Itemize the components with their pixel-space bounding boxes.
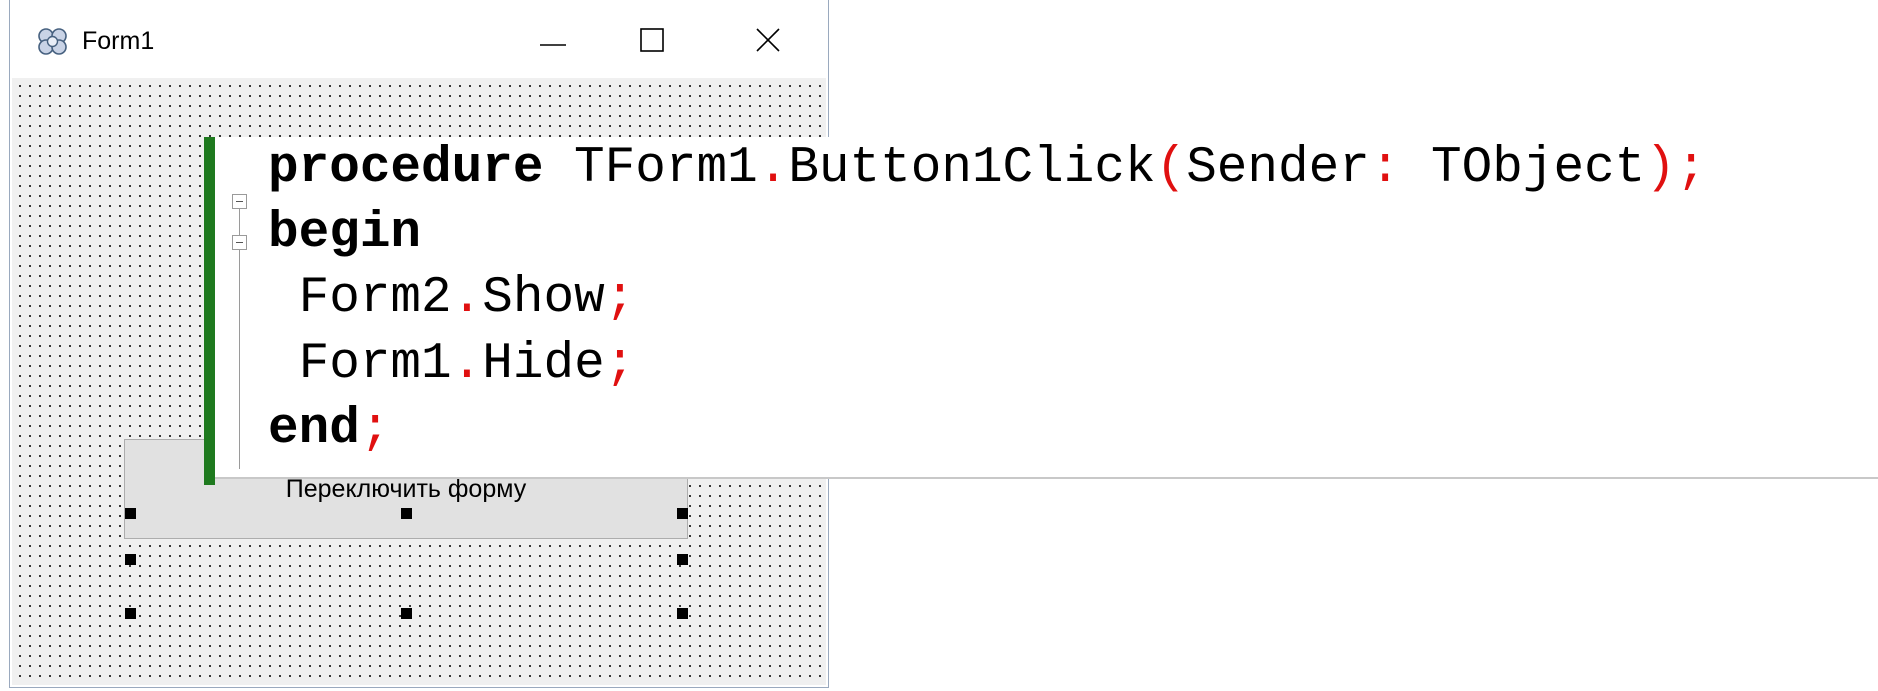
fold-toggle-begin[interactable] (232, 235, 247, 250)
resize-handle-bottom[interactable] (401, 608, 412, 619)
code-identifier: TForm1 (543, 140, 758, 197)
code-punctuation: ); (1645, 140, 1707, 197)
code-identifier: Form2 (268, 270, 452, 327)
resize-handle-left[interactable] (125, 554, 136, 565)
code-punctuation: . (757, 140, 789, 197)
code-punctuation: ; (359, 401, 391, 458)
code-line-3[interactable]: Form2.Show; (268, 267, 636, 331)
window-title: Form1 (82, 27, 155, 55)
maximize-button[interactable] (622, 14, 682, 66)
code-punctuation: ; (604, 336, 636, 393)
code-identifier: TObject (1400, 140, 1646, 197)
code-punctuation: ; (604, 270, 636, 327)
code-line-1[interactable]: procedure TForm1.Button1Click(Sender: TO… (268, 137, 1707, 201)
resize-handle-top-left[interactable] (125, 508, 136, 519)
resize-handle-top-right[interactable] (677, 508, 688, 519)
code-line-5[interactable]: end; (268, 398, 390, 462)
code-line-4[interactable]: Form1.Hide; (268, 333, 636, 397)
code-identifier: Sender (1186, 140, 1370, 197)
minimize-button[interactable] (523, 14, 583, 66)
close-icon (753, 25, 783, 55)
resize-handle-right[interactable] (677, 554, 688, 565)
resize-handle-top[interactable] (401, 508, 412, 519)
code-identifier: Button1Click (788, 140, 1156, 197)
resize-handle-bottom-left[interactable] (125, 608, 136, 619)
code-punctuation: . (451, 270, 483, 327)
code-identifier: Show (482, 270, 605, 327)
title-bar[interactable]: Form1 (10, 0, 828, 78)
code-punctuation: ( (1155, 140, 1187, 197)
code-punctuation: . (451, 336, 483, 393)
minimize-icon (538, 25, 568, 55)
maximize-icon (637, 25, 667, 55)
fold-toggle-procedure[interactable] (232, 194, 247, 209)
code-line-2[interactable]: begin (268, 202, 421, 266)
code-keyword: procedure (268, 140, 544, 197)
code-identifier: Form1 (268, 336, 452, 393)
code-keyword: begin (268, 205, 422, 262)
code-editor[interactable]: procedure TForm1.Button1Click(Sender: TO… (204, 137, 1878, 485)
code-identifier: Hide (482, 336, 605, 393)
code-keyword: end (268, 401, 360, 458)
close-button[interactable] (738, 14, 798, 66)
delphi-form-icon (36, 26, 70, 56)
resize-handle-bottom-right[interactable] (677, 608, 688, 619)
change-bar (204, 137, 215, 485)
code-punctuation: : (1369, 140, 1401, 197)
